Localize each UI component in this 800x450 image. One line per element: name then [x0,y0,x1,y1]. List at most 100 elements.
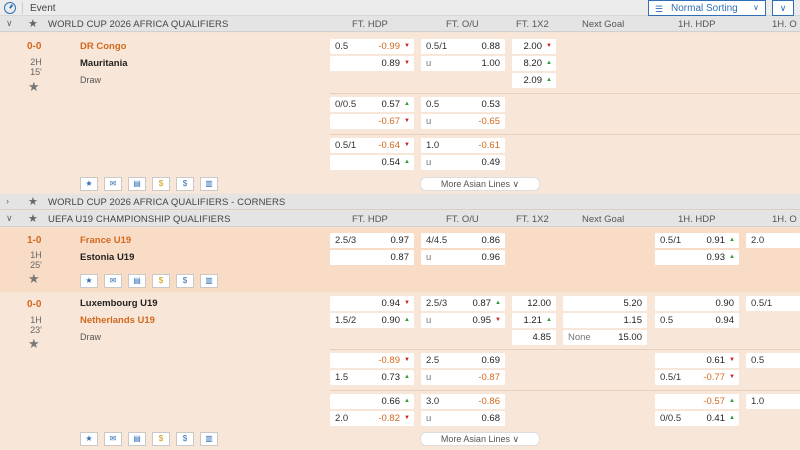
odds-cell[interactable]: -0.67 ▼ [330,114,414,129]
more-asian-lines-button[interactable]: More Asian Lines ∨ [420,432,540,446]
odds-cell[interactable]: 5.20 [563,296,647,311]
mail-icon[interactable]: ✉ [104,274,122,288]
star-icon[interactable]: ★ [80,177,98,191]
star-icon[interactable]: ★ [80,432,98,446]
odds-cell[interactable]: 4.85 [512,330,556,345]
bar-chart-icon[interactable]: ▥ [200,177,218,191]
match-score: 0-0 [27,299,42,310]
odds-cell[interactable]: 2.00 ▼ [512,39,556,54]
odds-cell[interactable]: 3.0 -0.86 [421,394,505,409]
away-team: Netherlands U19 [80,315,155,326]
odds-cell[interactable]: 0/0.5 0.57 ▲ [330,97,414,112]
star-icon[interactable]: ★ [28,17,38,30]
odds-cell[interactable]: -0.89 ▼ [330,353,414,368]
odds-cell[interactable]: u 0.68 [421,411,505,426]
coin-icon[interactable]: $ [152,177,170,191]
home-team: Luxembourg U19 [80,298,158,309]
match-half: 2H [30,57,42,67]
bar-chart-icon[interactable]: ▥ [200,432,218,446]
chevron-down-icon[interactable]: ∨ [6,18,13,29]
odds-cell[interactable]: 0.61 ▼ [655,353,739,368]
odds-cell[interactable]: u 0.49 [421,155,505,170]
chevron-down-icon[interactable]: ∨ [6,213,13,224]
odds-cell[interactable]: 1.5 0.73 ▲ [330,370,414,385]
dollar-icon[interactable]: $ [176,177,194,191]
coin-icon[interactable]: $ [152,274,170,288]
odds-cell[interactable]: 1.0 [746,394,800,409]
match-minute: 23' [30,325,42,335]
odds-cell[interactable]: 12.00 [512,296,556,311]
favorite-star-icon[interactable]: ★ [28,336,40,352]
odds-cell[interactable]: u 1.00 [421,56,505,71]
star-icon[interactable]: ★ [28,195,38,208]
chevron-right-icon[interactable]: › [6,196,9,206]
favorite-star-icon[interactable]: ★ [28,79,40,95]
coin-icon[interactable]: $ [152,432,170,446]
odds-cell[interactable]: 4/4.5 0.86 [421,233,505,248]
odds-cell[interactable]: 2.0 [746,233,800,248]
star-icon[interactable]: ★ [80,274,98,288]
odds-cell[interactable]: 1.15 [563,313,647,328]
odds-cell[interactable]: u 0.96 [421,250,505,265]
match-row: 0-0 2H 15' ★ DR Congo Mauritania Draw 0.… [0,33,800,193]
odds-cell[interactable]: 0.5 -0.99 ▼ [330,39,414,54]
odds-cell[interactable]: None 15.00 [563,330,647,345]
odds-cell[interactable]: 0.89 ▼ [330,56,414,71]
mail-icon[interactable]: ✉ [104,432,122,446]
odds-cell[interactable]: 2.5/3 0.97 [330,233,414,248]
collapse-button[interactable]: ∨ [772,0,794,16]
odds-cell[interactable]: 0.5/1 -0.77 ▼ [655,370,739,385]
mail-icon[interactable]: ✉ [104,177,122,191]
odds-cell[interactable]: 2.5/3 0.87 ▲ [421,296,505,311]
stats-icon[interactable]: ▤ [128,177,146,191]
stats-icon[interactable]: ▤ [128,432,146,446]
home-team: France U19 [80,235,132,246]
col-ft-ou: FT. O/U [446,19,479,30]
dollar-icon[interactable]: $ [176,432,194,446]
more-asian-lines-button[interactable]: More Asian Lines ∨ [420,177,540,191]
odds-cell[interactable]: u -0.87 [421,370,505,385]
odds-cell[interactable]: 2.5 0.69 [421,353,505,368]
odds-cell[interactable]: u 0.95 ▼ [421,313,505,328]
league-header[interactable]: › ★ WORLD CUP 2026 AFRICA QUALIFIERS - C… [0,194,800,210]
dollar-icon[interactable]: $ [176,274,194,288]
odds-cell[interactable]: 0.90 [655,296,739,311]
odds-cell[interactable]: 0.94 ▼ [330,296,414,311]
odds-cell[interactable]: 2.09 ▲ [512,73,556,88]
odds-cell[interactable]: 0.5/1 -0.64 ▼ [330,138,414,153]
odds-cell[interactable]: 0.5/1 0.91 ▲ [655,233,739,248]
odds-cell[interactable]: 0.5/1 [746,296,800,311]
sort-icon: ☰ [655,4,664,14]
odds-cell[interactable]: 0.5 0.94 [655,313,739,328]
odds-cell[interactable]: 1.5/2 0.90 ▲ [330,313,414,328]
odds-cell[interactable]: 0.5 0.53 [421,97,505,112]
odds-cell[interactable]: -0.57 ▲ [655,394,739,409]
sorting-dropdown[interactable]: ☰ Normal Sorting ∨ [648,0,766,16]
col-1h-ou: 1H. O [772,19,797,30]
odds-cell[interactable]: 8.20 ▲ [512,56,556,71]
match-score: 0-0 [27,41,42,52]
odds-cell[interactable]: 0.87 [330,250,414,265]
odds-cell[interactable]: u -0.65 [421,114,505,129]
event-column-label[interactable]: Event [30,3,56,14]
favorite-star-icon[interactable]: ★ [28,271,40,287]
arrow-down-icon: ▼ [546,43,552,49]
odds-cell[interactable]: 0.5 [746,353,800,368]
league-header[interactable]: ∨ ★ WORLD CUP 2026 AFRICA QUALIFIERS FT.… [0,16,800,32]
odds-cell[interactable]: 0.54 ▲ [330,155,414,170]
odds-cell[interactable]: 1.0 -0.61 [421,138,505,153]
col-ft-1x2: FT. 1X2 [516,19,549,30]
odds-cell[interactable]: 1.21 ▲ [512,313,556,328]
odds-cell[interactable]: 0.93 ▲ [655,250,739,265]
odds-cell[interactable]: 0/0.5 0.41 ▲ [655,411,739,426]
bar-chart-icon[interactable]: ▥ [200,274,218,288]
match-minute: 15' [30,67,42,77]
stats-icon[interactable]: ▤ [128,274,146,288]
star-icon[interactable]: ★ [28,212,38,225]
odds-cell[interactable]: 0.66 ▲ [330,394,414,409]
chevron-down-icon: ∨ [753,3,759,12]
odds-cell[interactable]: 0.5/1 0.88 [421,39,505,54]
odds-cell[interactable]: 2.0 -0.82 ▼ [330,411,414,426]
league-header[interactable]: ∨ ★ UEFA U19 CHAMPIONSHIP QUALIFIERS FT.… [0,211,800,227]
match-score: 1-0 [27,235,42,246]
